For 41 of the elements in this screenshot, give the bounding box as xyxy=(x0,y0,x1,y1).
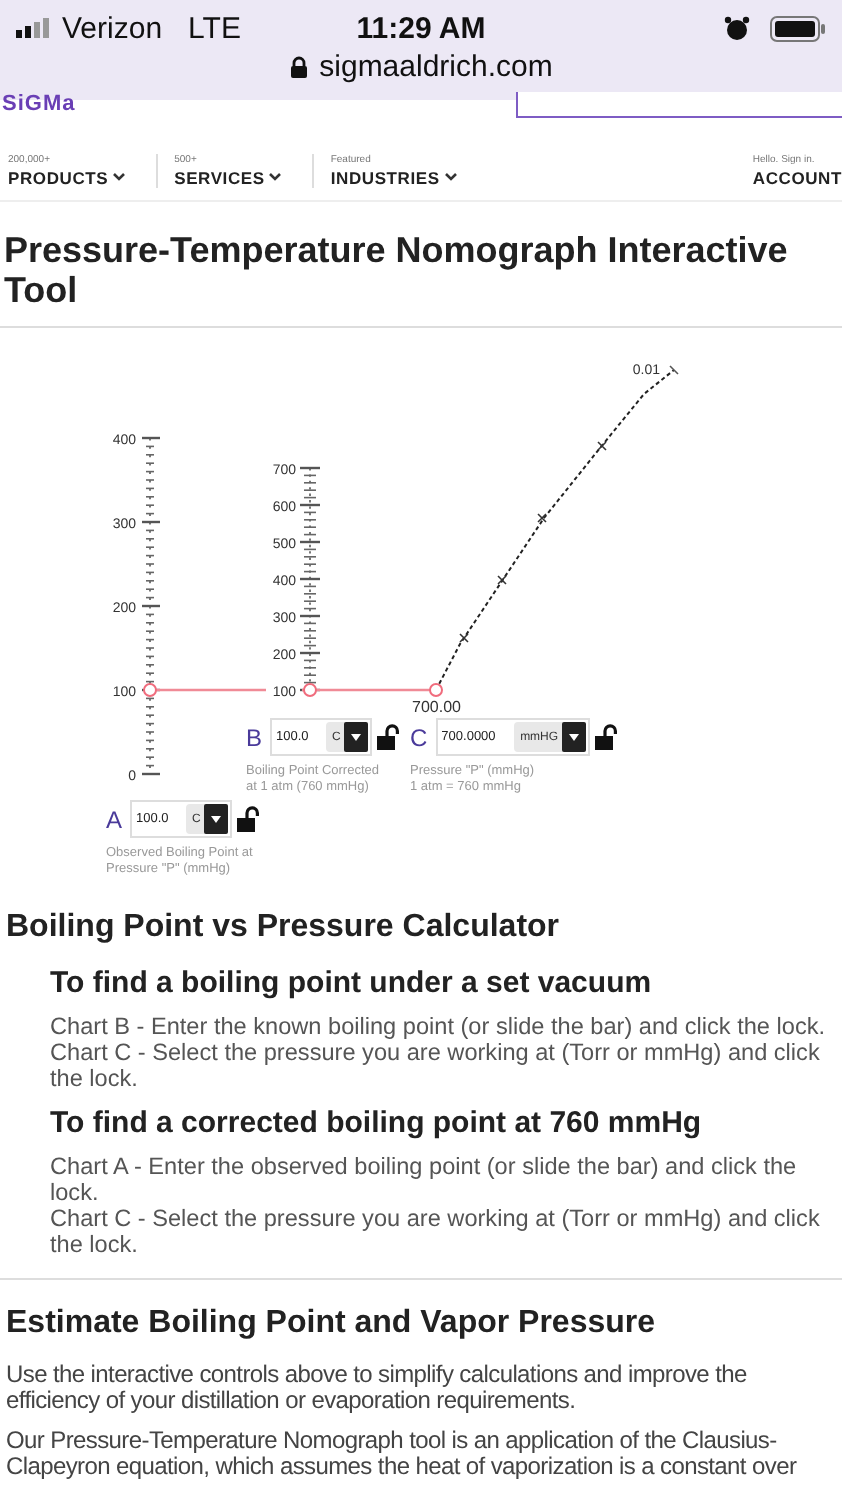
caret-icon xyxy=(112,172,127,182)
pressure-reading: 700.00 xyxy=(412,698,461,716)
slider-handle[interactable] xyxy=(143,683,157,697)
carrier-name: Verizon xyxy=(62,11,163,45)
paragraph: Use the interactive controls above to simplify calculations and improve the efficiency of your distillation or evaporation requirements. xyxy=(6,1362,749,1414)
network-type: LTE xyxy=(188,11,241,45)
battery-icon xyxy=(769,15,826,41)
slider-handle[interactable] xyxy=(303,683,317,697)
alarm-icon xyxy=(723,15,750,41)
search-field[interactable] xyxy=(516,92,842,118)
chart-letter: B xyxy=(246,723,263,751)
lock-icon xyxy=(289,55,308,77)
instruction-text: Chart C - Select the pressure you are working at (Torr or mmHg) and click the lock. xyxy=(50,1040,822,1092)
open-lock-icon[interactable] xyxy=(594,724,619,750)
subsection-heading: To find a boiling point under a set vacuum xyxy=(50,966,654,1000)
chart-letter: A xyxy=(106,805,123,833)
nav-menu[interactable]: SERVICES xyxy=(174,167,283,187)
account-link[interactable]: ACCOUNT xyxy=(752,167,842,187)
caret-icon xyxy=(443,172,458,182)
open-lock-icon[interactable] xyxy=(376,724,401,750)
paragraph: Our Pressure-Temperature Nomograph tool is an application of the Clausius-Clapeyron equation, which assumes the heat of vaporization is a constant over xyxy=(6,1428,799,1480)
nav-menu[interactable]: PRODUCTS xyxy=(8,167,127,187)
url-text[interactable]: sigmaaldrich.com xyxy=(319,49,553,83)
instruction-text: Chart B - Enter the known boiling point (or slide the bar) and click the lock. xyxy=(50,1014,828,1040)
instruction-text: Chart C - Select the pressure you are working at (Torr or mmHg) and click the lock. xyxy=(50,1206,822,1258)
nav-menu[interactable]: INDUSTRIES xyxy=(330,167,458,187)
logo[interactable]: SiGMa xyxy=(0,92,76,116)
page-title: Pressure-Temperature Nomograph Interactive Tool xyxy=(4,230,790,310)
dropdown-icon xyxy=(344,722,369,752)
clock-time: 11:29 AM xyxy=(356,11,486,45)
section-heading: Estimate Boiling Point and Vapor Pressure xyxy=(6,1306,658,1342)
dropdown-icon xyxy=(562,722,587,752)
dropdown-icon xyxy=(204,804,229,834)
chart-letter: C xyxy=(410,723,428,751)
open-lock-icon[interactable] xyxy=(236,806,261,832)
caret-icon xyxy=(268,172,283,182)
signal-icon xyxy=(16,18,52,38)
subsection-heading: To find a corrected boiling point at 760 mmHg xyxy=(50,1106,704,1140)
instruction-text: Chart A - Enter the observed boiling point (or slide the bar) and click the lock. xyxy=(50,1154,799,1206)
slider-handle[interactable] xyxy=(429,683,443,697)
section-heading: Boiling Point vs Pressure Calculator xyxy=(6,910,562,946)
